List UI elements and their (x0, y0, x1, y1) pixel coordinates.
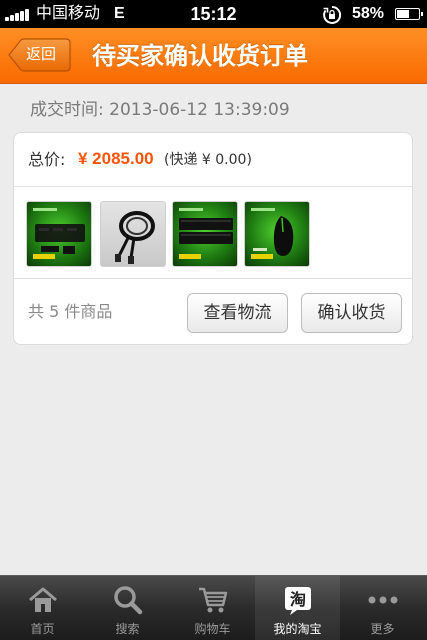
tab-home[interactable]: 首页 (0, 576, 85, 640)
taobao-icon: 淘 (285, 587, 311, 615)
taobao-icon-glyph: 淘 (290, 590, 306, 609)
confirm-receipt-button[interactable]: 确认收货 (301, 293, 402, 333)
tab-label: 我的淘宝 (273, 622, 322, 636)
tab-bar: 首页 搜索 购物车 淘 我的淘宝 更多 (0, 575, 427, 640)
search-icon (114, 586, 143, 615)
shipping-fee: (快递 ¥ 0.00) (164, 152, 252, 168)
order-actions: 共 5 件商品 查看物流 确认收货 (14, 279, 412, 345)
product-thumbnails (14, 187, 412, 279)
order-card: 总价: ¥ 2085.00 (快递 ¥ 0.00) 共 5 件商品 查看物流 确… (13, 132, 413, 345)
tab-label: 更多 (370, 622, 395, 636)
tab-label: 搜索 (115, 622, 140, 636)
view-logistics-button[interactable]: 查看物流 (187, 293, 288, 333)
status-bar: 中国移动 E 15:12 58% (0, 0, 427, 28)
razer-mouse-image[interactable] (244, 201, 310, 267)
tab-my-taobao[interactable]: 淘 我的淘宝 (255, 576, 340, 640)
back-button[interactable]: 返回 (8, 38, 71, 72)
total-row: 总价: ¥ 2085.00 (快递 ¥ 0.00) (14, 133, 412, 187)
tab-search[interactable]: 搜索 (85, 576, 170, 640)
cart-icon (199, 587, 228, 613)
tab-label: 首页 (30, 622, 55, 636)
nav-bar: 返回 待买家确认收货订单 (0, 28, 427, 84)
rotation-lock-icon (323, 5, 342, 24)
total-amount: ¥ 2085.00 (78, 149, 154, 168)
page-title: 待买家确认收货订单 (92, 42, 308, 70)
total-label: 总价: (28, 150, 66, 169)
razer-keyboard-image[interactable] (172, 201, 238, 267)
back-button-label: 返回 (26, 46, 57, 63)
more-icon (368, 596, 398, 604)
razer-keyboard-image[interactable] (26, 201, 92, 267)
tab-cart[interactable]: 购物车 (170, 576, 255, 640)
cable-image[interactable] (100, 201, 166, 267)
item-count: 共 5 件商品 (28, 302, 113, 321)
home-icon (29, 587, 57, 612)
battery-icon (395, 8, 423, 20)
tab-more[interactable]: 更多 (340, 576, 425, 640)
deal-time: 成交时间: 2013-06-12 13:39:09 (30, 100, 290, 120)
tab-label: 购物车 (194, 622, 231, 636)
battery-percent: 58% (352, 5, 385, 22)
